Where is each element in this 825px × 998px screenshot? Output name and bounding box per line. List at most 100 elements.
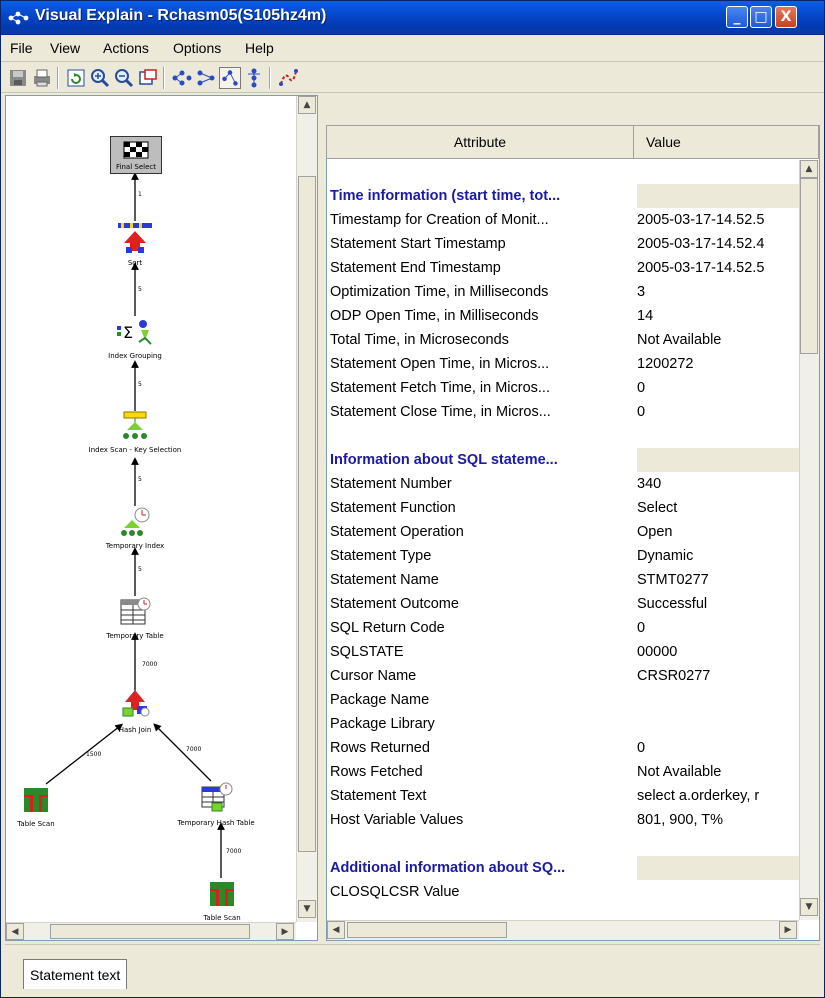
attribute-cell: Timestamp for Creation of Monit... (330, 212, 549, 228)
table-row[interactable]: CLOSQLCSR Value (327, 880, 799, 904)
attribute-cell: Statement Text (330, 788, 427, 804)
table-row[interactable]: Optimization Time, in Milliseconds 3 (327, 280, 799, 304)
table-row[interactable]: Rows Fetched Not Available (327, 760, 799, 784)
title-bar[interactable]: Visual Explain - Rchasm05(S105hz4m) _ □ … (1, 1, 824, 35)
menu-options[interactable]: Options (173, 40, 221, 56)
scroll-thumb[interactable] (298, 176, 316, 852)
value-cell: Successful (637, 596, 708, 612)
scroll-down-icon[interactable]: ▼ (800, 898, 818, 916)
graph-horizontal-scrollbar[interactable]: ◀ ▶ (6, 922, 296, 940)
table-row[interactable]: Statement Start Timestamp 2005-03-17-14.5… (327, 232, 799, 256)
graph-node-sort[interactable]: Sort (110, 221, 160, 267)
attribute-cell: Host Variable Values (330, 812, 464, 828)
table-row[interactable]: SQL Return Code 0 (327, 616, 799, 640)
table-row[interactable]: Statement Operation Open (327, 520, 799, 544)
index-scan-icon (123, 411, 147, 439)
section-header[interactable]: Time information (start time, tot... (327, 184, 799, 208)
zoom-in-icon[interactable] (89, 67, 111, 89)
scroll-thumb[interactable] (800, 178, 818, 354)
temporary-index-icon (121, 507, 150, 536)
table-row[interactable]: Statement Open Time, in Micros... 1200272 (327, 352, 799, 376)
table-row[interactable]: ODP Open Time, in Milliseconds 14 (327, 304, 799, 328)
table-vertical-scrollbar[interactable]: ▲ ▼ (799, 160, 819, 920)
value-cell: STMT0277 (637, 572, 709, 588)
graph-tree-icon[interactable] (219, 67, 241, 89)
scroll-up-icon[interactable]: ▲ (298, 96, 316, 114)
graph-node-temporary-index[interactable]: Temporary Index (90, 506, 180, 550)
menu-help[interactable]: Help (245, 40, 274, 56)
minimize-button[interactable]: _ (726, 6, 748, 28)
section-title: Additional information about SQ... (330, 860, 566, 876)
table-row[interactable]: Statement Close Time, in Micros... 0 (327, 400, 799, 424)
table-row[interactable]: Statement Name STMT0277 (327, 568, 799, 592)
graph-node-table-scan[interactable]: Table Scan (8, 784, 64, 828)
scroll-up-icon[interactable]: ▲ (800, 160, 818, 178)
value-cell: 00000 (637, 644, 678, 660)
section-header[interactable]: Information about SQL stateme... (327, 448, 799, 472)
table-row[interactable]: Host Variable Values 801, 900, T% (327, 808, 799, 832)
table-horizontal-scrollbar[interactable]: ◀ ▶ (327, 920, 799, 940)
scroll-left-icon[interactable]: ◀ (327, 921, 345, 939)
print-icon[interactable] (31, 67, 53, 89)
scroll-thumb[interactable] (50, 924, 250, 939)
maximize-button[interactable]: □ (750, 6, 772, 28)
close-button[interactable]: X (775, 6, 797, 28)
table-row[interactable]: Total Time, in Microseconds Not Available (327, 328, 799, 352)
edge-label: 5 (138, 381, 142, 388)
refresh-icon[interactable] (65, 67, 87, 89)
graph-node-index-grouping[interactable]: Σ Index Grouping (90, 316, 180, 360)
scroll-thumb[interactable] (347, 922, 507, 938)
fit-window-icon[interactable] (137, 67, 159, 89)
graph-vertical-icon[interactable] (171, 67, 193, 89)
scroll-left-icon[interactable]: ◀ (6, 923, 24, 940)
edge-label: 7000 (226, 848, 242, 855)
scroll-down-icon[interactable]: ▼ (298, 900, 316, 918)
highlight-icon[interactable] (277, 67, 299, 89)
toolbar-separator (57, 67, 59, 89)
value-cell: Not Available (637, 332, 722, 348)
table-row[interactable]: Statement Type Dynamic (327, 544, 799, 568)
graph-horizontal-icon[interactable] (195, 67, 217, 89)
table-row[interactable]: Timestamp for Creation of Monit... 2005-0… (327, 208, 799, 232)
graph-node-temporary-hash-table[interactable]: Temporary Hash Table (156, 781, 276, 827)
zoom-out-icon[interactable] (113, 67, 135, 89)
column-header-attribute[interactable]: Attribute (327, 126, 634, 158)
menu-view[interactable]: View (50, 40, 80, 56)
table-row[interactable]: Statement Number 340 (327, 472, 799, 496)
value-cell: 3 (637, 284, 646, 300)
graph-node-index-scan[interactable]: Index Scan - Key Selection (70, 410, 200, 454)
graph-node-final-select[interactable]: Final Select (109, 136, 163, 174)
value-cell: 0 (637, 620, 646, 636)
table-row[interactable]: Statement Text select a.orderkey, r (327, 784, 799, 808)
save-icon[interactable] (7, 67, 29, 89)
column-header-value[interactable]: Value (634, 126, 819, 158)
scroll-right-icon[interactable]: ▶ (276, 923, 294, 940)
table-row[interactable]: Statement Fetch Time, in Micros... 0 (327, 376, 799, 400)
index-grouping-icon: Σ (117, 320, 152, 345)
table-row[interactable]: Rows Returned 0 (327, 736, 799, 760)
hash-join-icon (122, 690, 150, 717)
menu-file[interactable]: File (10, 40, 33, 56)
value-cell: Dynamic (637, 548, 694, 564)
tab-statement-text[interactable]: Statement text (23, 959, 128, 989)
table-row[interactable]: Statement Function Select (327, 496, 799, 520)
graph-dependency-icon[interactable] (243, 67, 265, 89)
pane-splitter[interactable] (319, 95, 325, 941)
scroll-right-icon[interactable]: ▶ (779, 921, 797, 939)
attribute-cell: Statement Name (330, 572, 439, 588)
menu-actions[interactable]: Actions (103, 40, 149, 56)
attribute-table: Time information (start time, tot... Tim… (327, 160, 799, 920)
node-label: Index Scan - Key Selection (88, 446, 182, 454)
section-header[interactable]: Additional information about SQ... (327, 856, 799, 880)
graph-node-table-scan[interactable]: Table Scan (194, 878, 250, 922)
table-row[interactable]: Statement Outcome Successful (327, 592, 799, 616)
table-row[interactable]: Cursor Name CRSR0277 (327, 664, 799, 688)
table-row[interactable]: SQLSTATE 00000 (327, 640, 799, 664)
table-row[interactable]: Package Library (327, 712, 799, 736)
graph-vertical-scrollbar[interactable]: ▲ ▼ (296, 96, 317, 922)
table-row[interactable]: Package Name (327, 688, 799, 712)
table-row[interactable]: Statement End Timestamp 2005-03-17-14.52.… (327, 256, 799, 280)
graph-node-temporary-table[interactable]: Temporary Table (90, 596, 180, 640)
edge-label: 7000 (186, 746, 202, 753)
graph-node-hash-join[interactable]: Hash Join (110, 688, 160, 734)
